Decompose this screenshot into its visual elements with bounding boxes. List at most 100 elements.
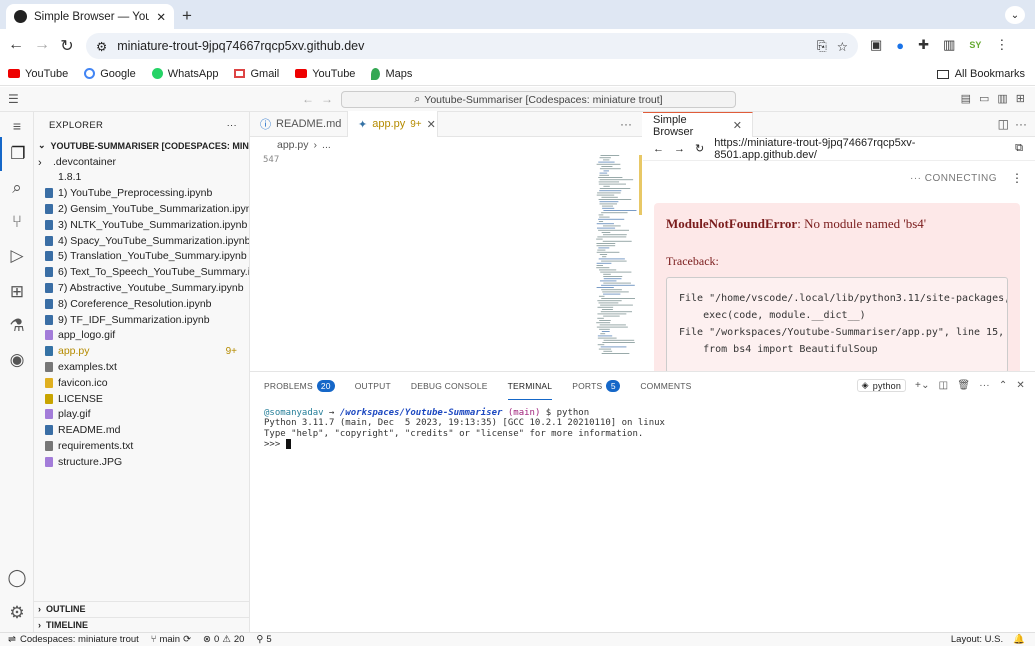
all-bookmarks[interactable]: All Bookmarks: [936, 68, 1025, 80]
terminal-selector[interactable]: ◈ python: [856, 379, 907, 392]
bookmark-whatsapp[interactable]: WhatsApp: [151, 68, 218, 80]
open-external-icon[interactable]: ⧉: [1015, 142, 1023, 155]
close-tab-icon[interactable]: ✕: [156, 10, 166, 24]
tab-app-py[interactable]: ✦ app.py 9+ ✕: [348, 111, 438, 137]
maximize-panel-icon[interactable]: ⌃: [999, 380, 1008, 391]
browser-tab[interactable]: Simple Browser — Youtube-S ✕: [6, 4, 174, 29]
settings-gear-icon[interactable]: ⚙: [0, 596, 34, 630]
file-tree-item[interactable]: favicon.ico: [34, 375, 249, 391]
toggle-panel-icon[interactable]: ▭: [979, 92, 989, 105]
menu-kebab-icon[interactable]: ⋮: [1011, 171, 1023, 185]
back-button[interactable]: ←: [4, 36, 28, 54]
menu-kebab-icon[interactable]: ⋮: [995, 37, 1008, 53]
customize-layout-icon[interactable]: ⊞: [1016, 92, 1025, 105]
terminal-output[interactable]: @somanyadav → /workspaces/Youtube-Summar…: [250, 400, 1035, 458]
timeline-section[interactable]: › TIMELINE: [34, 617, 250, 633]
file-tree-item[interactable]: play.gif: [34, 407, 249, 423]
file-tree-item[interactable]: › .devcontainer: [34, 154, 249, 170]
outline-section[interactable]: › OUTLINE: [34, 601, 250, 617]
file-tree-item[interactable]: 6) Text_To_Speech_YouTube_Summary.ip...: [34, 264, 249, 280]
tab-readme[interactable]: ⓘ README.md: [250, 111, 348, 137]
more-actions-icon[interactable]: ···: [979, 380, 990, 391]
tab-output[interactable]: OUTPUT: [355, 372, 391, 400]
tab-search-button[interactable]: ⌄: [1005, 6, 1025, 24]
bookmark-youtube[interactable]: YouTube: [8, 68, 68, 80]
new-terminal-icon[interactable]: +⌄: [915, 380, 930, 391]
more-actions-icon[interactable]: ···: [1015, 117, 1027, 131]
tab-terminal[interactable]: TERMINAL: [507, 372, 553, 400]
explorer-files-icon[interactable]: ❐: [0, 137, 34, 171]
run-debug-icon[interactable]: ▷: [0, 239, 34, 273]
bookmark-star-icon[interactable]: ☆: [837, 39, 848, 54]
address-bar[interactable]: ⚙ miniature-trout-9jpq74667rqcp5xv.githu…: [86, 33, 858, 59]
extensions-icon[interactable]: ⊞: [0, 275, 34, 309]
breadcrumb-symbol[interactable]: ...: [322, 139, 331, 151]
site-info-icon[interactable]: ⚙: [96, 39, 107, 54]
source-control-icon[interactable]: ⑂: [0, 205, 34, 239]
close-icon[interactable]: ✕: [733, 119, 742, 132]
github-icon[interactable]: ◉: [0, 343, 34, 377]
file-tree-item[interactable]: LICENSE: [34, 391, 249, 407]
back-icon[interactable]: ←: [653, 143, 664, 155]
split-terminal-icon[interactable]: ◫: [939, 380, 949, 391]
workspace-root[interactable]: ⌄ YOUTUBE-SUMMARISER [CODESPACES: MINIA.…: [34, 138, 249, 154]
simple-browser-url[interactable]: https://miniature-trout-9jpq74667rqcp5xv…: [714, 137, 1005, 161]
testing-flask-icon[interactable]: ⚗: [0, 309, 34, 343]
new-tab-button[interactable]: +: [182, 6, 192, 26]
close-panel-icon[interactable]: ✕: [1016, 380, 1025, 391]
forward-button[interactable]: →: [30, 36, 54, 54]
trash-icon[interactable]: 🗑: [957, 380, 970, 391]
more-actions-icon[interactable]: ···: [227, 120, 237, 131]
bookmark-maps[interactable]: Maps: [371, 67, 412, 80]
ports-indicator[interactable]: ⚲ 5: [256, 634, 271, 645]
file-tree-item[interactable]: 8) Coreference_Resolution.ipynb: [34, 296, 249, 312]
remote-indicator[interactable]: ⇌ Codespaces: miniature trout: [0, 633, 139, 646]
install-app-icon[interactable]: ⎘: [817, 39, 827, 54]
file-tree-item[interactable]: 3) NLTK_YouTube_Summarization.ipynb: [34, 217, 249, 233]
file-tree-item[interactable]: README.md: [34, 422, 249, 438]
file-tree-item[interactable]: examples.txt: [34, 359, 249, 375]
extension-icon[interactable]: ●: [896, 38, 904, 53]
tab-problems[interactable]: PROBLEMS 20: [264, 372, 335, 400]
tab-comments[interactable]: COMMENTS: [640, 372, 691, 400]
split-editor-icon[interactable]: ◫: [998, 117, 1009, 131]
breadcrumb-file[interactable]: app.py: [277, 139, 309, 151]
file-tree-item[interactable]: 9) TF_IDF_Summarization.ipynb: [34, 312, 249, 328]
nav-forward-icon[interactable]: →: [321, 92, 333, 106]
bookmark-gmail[interactable]: Gmail: [234, 68, 279, 80]
pip-icon[interactable]: ▣: [870, 37, 882, 53]
reload-button[interactable]: ↻: [55, 36, 79, 56]
extensions-puzzle-icon[interactable]: ✚: [918, 37, 929, 53]
bookmark-youtube-2[interactable]: YouTube: [295, 68, 355, 80]
file-tree-item[interactable]: 4) Spacy_YouTube_Summarization.ipynb: [34, 233, 249, 249]
minimap[interactable]: [596, 155, 640, 370]
close-icon[interactable]: ✕: [427, 118, 436, 131]
file-tree-item[interactable]: 1) YouTube_Preprocessing.ipynb: [34, 185, 249, 201]
tab-ports[interactable]: PORTS 5: [572, 372, 621, 400]
file-tree-item[interactable]: structure.JPG: [34, 454, 249, 470]
file-tree-item[interactable]: 2) Gensim_YouTube_Summarization.ipynb: [34, 201, 249, 217]
tab-debug-console[interactable]: DEBUG CONSOLE: [411, 372, 488, 400]
file-tree-item[interactable]: 7) Abstractive_Youtube_Summary.ipynb: [34, 280, 249, 296]
accounts-icon[interactable]: ◯: [0, 561, 34, 595]
file-tree-item[interactable]: app.py 9+: [34, 343, 249, 359]
toggle-secondary-sidebar-icon[interactable]: ▥: [997, 92, 1007, 105]
bookmark-google[interactable]: Google: [84, 68, 136, 80]
toggle-sidebar-icon[interactable]: ▤: [961, 92, 971, 105]
file-tree-item[interactable]: requirements.txt: [34, 438, 249, 454]
file-tree-item[interactable]: 1.8.1: [34, 170, 249, 186]
hamburger-menu-icon[interactable]: ☰: [8, 92, 19, 106]
sync-icon[interactable]: ⟳: [183, 634, 191, 645]
reload-icon[interactable]: ↻: [695, 142, 704, 155]
side-panel-icon[interactable]: ▥: [943, 37, 955, 53]
file-tree-item[interactable]: app_logo.gif: [34, 328, 249, 344]
problems-indicator[interactable]: ⊗ 0 ⚠ 20: [203, 634, 244, 645]
file-tree-item[interactable]: 5) Translation_YouTube_Summary.ipynb: [34, 249, 249, 265]
tab-simple-browser[interactable]: Simple Browser ✕: [643, 112, 753, 138]
profile-avatar[interactable]: SY: [969, 40, 981, 50]
url-text[interactable]: miniature-trout-9jpq74667rqcp5xv.github.…: [117, 39, 807, 53]
notifications-bell-icon[interactable]: 🔔: [1013, 634, 1025, 645]
more-actions-icon[interactable]: ···: [620, 117, 632, 131]
command-center[interactable]: ⌕ Youtube-Summariser [Codespaces: miniat…: [341, 91, 736, 108]
nav-back-icon[interactable]: ←: [302, 92, 314, 106]
